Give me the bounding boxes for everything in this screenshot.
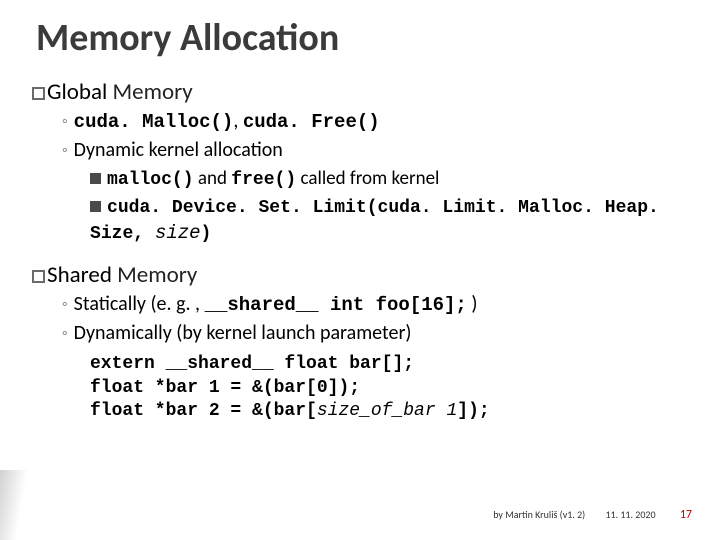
circle-bullet-icon: ◦ — [62, 112, 68, 131]
statically-text: Statically (e. g. , — [74, 292, 205, 316]
arg-size: size — [155, 222, 201, 244]
global-subsub-1: malloc() and free() called from kernel — [90, 166, 684, 192]
code-close-paren: ) — [201, 224, 212, 244]
slide-title: Memory Allocation — [36, 18, 684, 60]
shared-word: Shared — [47, 261, 112, 289]
footer-author: by Martin Kruliš (v1. 2) — [493, 508, 585, 521]
shared-sub-2: ◦ Dynamically (by kernel launch parameter… — [62, 320, 684, 347]
slide: Memory Allocation Global Memory ◦ cuda. M… — [0, 0, 720, 540]
code-free: free() — [231, 170, 296, 190]
code-block: extern __shared__ float bar[]; float *ba… — [90, 353, 684, 423]
called-from-kernel-text: called from kernel — [296, 167, 439, 190]
code-cudafree: cuda. Free() — [243, 111, 380, 133]
circle-bullet-icon: ◦ — [62, 141, 68, 160]
global-word: Global — [47, 78, 107, 106]
code-line-3: float *bar 2 = &(bar[size_of_bar 1]); — [90, 400, 684, 423]
code-line-1: extern __shared__ float bar[]; — [90, 353, 684, 376]
square-outline-bullet-icon — [32, 270, 45, 283]
circle-bullet-icon: ◦ — [62, 295, 68, 314]
and-text: and — [194, 167, 232, 190]
square-fill-bullet-icon — [90, 173, 101, 184]
code-line-3b: ]); — [457, 401, 489, 421]
square-outline-bullet-icon — [32, 87, 45, 100]
dynamic-kernel-alloc-text: Dynamic kernel allocation — [74, 138, 283, 162]
global-sub-2: ◦ Dynamic kernel allocation — [62, 137, 684, 164]
code-shared-foo: __shared__ int foo[16]; — [205, 294, 467, 316]
footer-date: 11. 11. 2020 — [605, 508, 655, 521]
corner-shadow — [0, 470, 28, 540]
footer-page-number: 17 — [680, 508, 692, 522]
code-line-2: float *bar 1 = &(bar[0]); — [90, 377, 684, 400]
footer: by Martin Kruliš (v1. 2) 11. 11. 2020 17 — [493, 508, 692, 522]
section-shared-heading: Shared Memory — [32, 261, 684, 289]
square-fill-bullet-icon — [90, 201, 101, 212]
memory-word-2: Memory — [112, 261, 197, 289]
section-global-heading: Global Memory — [32, 78, 684, 106]
code-malloc: malloc() — [107, 170, 194, 190]
shared-sub-1: ◦ Statically (e. g. , __shared__ int foo[… — [62, 291, 684, 319]
code-size-of-bar1: size_of_bar 1 — [317, 401, 457, 421]
code-line-3a: float *bar 2 = &(bar[ — [90, 401, 317, 421]
comma-sep: , — [233, 109, 243, 133]
circle-bullet-icon: ◦ — [62, 324, 68, 343]
code-cudamalloc: cuda. Malloc() — [74, 111, 234, 133]
global-subsub-2: cuda. Device. Set. Limit(cuda. Limit. Ma… — [90, 194, 684, 247]
dynamically-text: Dynamically (by kernel launch parameter) — [74, 321, 412, 345]
memory-word: Memory — [107, 78, 192, 106]
close-paren-text: ) — [467, 292, 478, 316]
global-sub-1: ◦ cuda. Malloc(), cuda. Free() — [62, 108, 684, 136]
